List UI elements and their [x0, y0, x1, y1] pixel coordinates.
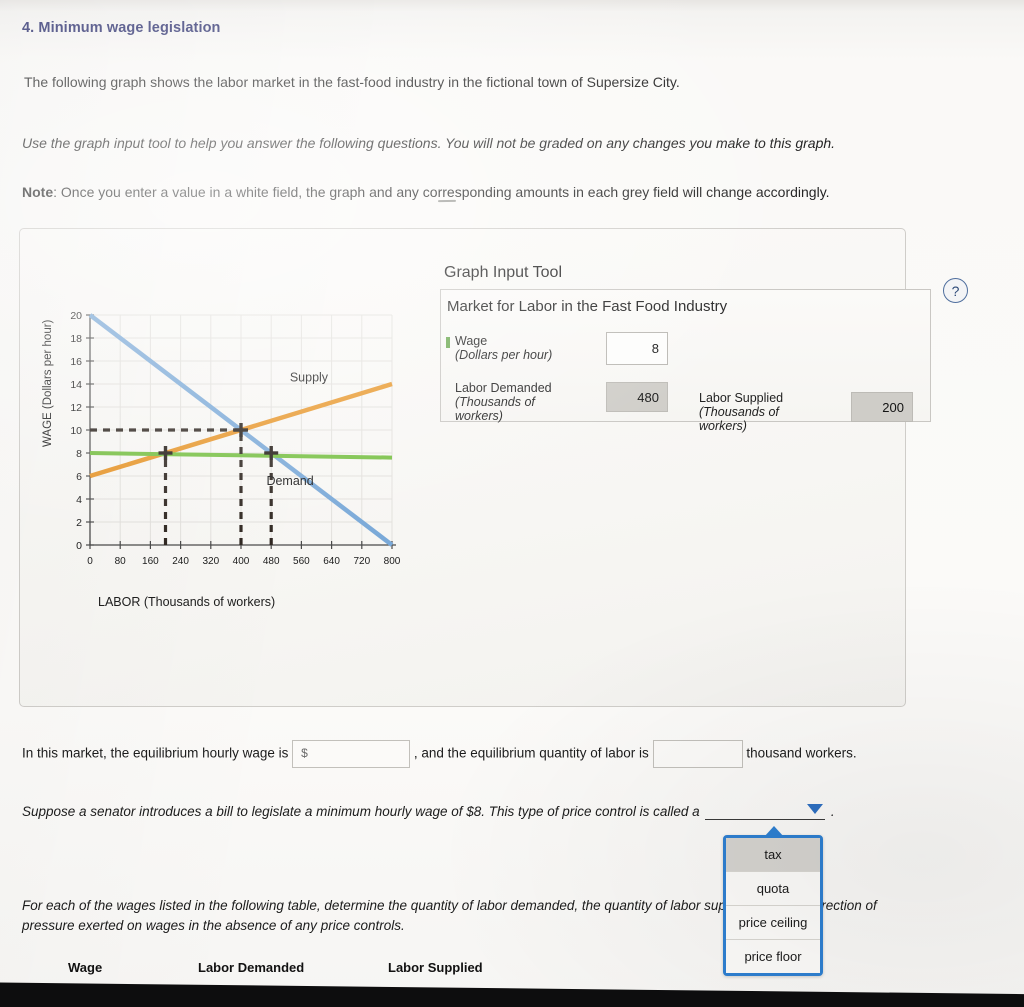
wage-bullet-icon: [446, 337, 450, 348]
stray-pencil-mark: [437, 199, 457, 203]
svg-text:12: 12: [70, 402, 82, 414]
help-icon[interactable]: ?: [943, 278, 968, 303]
svg-text:20: 20: [70, 310, 82, 322]
svg-text:2: 2: [76, 517, 82, 529]
labor-demanded-sublabel: (Thousands of: [455, 395, 535, 409]
q3-text-b: pressure exerted on wages in the absence…: [22, 918, 405, 934]
table-instruction: For each of the wages listed in the foll…: [22, 896, 1012, 937]
svg-text:320: 320: [202, 556, 219, 567]
q1-text-b: , and the equilibrium quantity of labor …: [413, 745, 649, 761]
note-paragraph: Note: Once you enter a value in a white …: [22, 182, 1002, 202]
chart-canvas: 0 2 4 6 8 10 12 14 16 18 20 0 80 160 240 320 400 480 560 64…: [70, 310, 400, 567]
svg-text:14: 14: [70, 379, 82, 391]
note-label: Note: [22, 184, 54, 200]
svg-text:16: 16: [70, 356, 82, 368]
svg-text:640: 640: [323, 556, 340, 567]
svg-text:Demand: Demand: [266, 474, 313, 488]
wage-row-label: Wage (Dollars per hour): [446, 334, 553, 362]
labor-demanded-value: 480: [606, 382, 668, 412]
svg-text:560: 560: [293, 556, 310, 567]
labor-supplied-sublabel2: workers): [699, 419, 747, 433]
chevron-down-icon[interactable]: [807, 804, 824, 815]
screen-top-edge: [0, 0, 1024, 12]
q2-period: .: [830, 804, 835, 819]
labor-supplied-sublabel: (Thousands of: [699, 405, 779, 419]
q1-text-c: thousand workers.: [746, 745, 857, 761]
graph-panel: WAGE (Dollars per hour) LABOR (Thousands…: [19, 228, 968, 707]
wage-sublabel: (Dollars per hour): [455, 348, 553, 362]
dropdown-option-price-ceiling[interactable]: price ceiling: [726, 906, 820, 940]
svg-text:480: 480: [263, 556, 280, 567]
graph-input-tool-title: Graph Input Tool: [444, 264, 563, 281]
equilibrium-question: In this market, the equilibrium hourly w…: [22, 740, 1012, 768]
labor-supplied-row-label: Labor Supplied (Thousands of workers): [699, 391, 783, 433]
svg-text:240: 240: [172, 556, 189, 567]
labor-demanded-label: Labor Demanded: [455, 381, 552, 395]
x-axis-title: LABOR (Thousands of workers): [98, 595, 276, 609]
page-title: 4. Minimum wage legislation: [22, 20, 221, 36]
table-header-labor-demanded: Labor Demanded: [198, 960, 305, 975]
q2-text: Suppose a senator introduces a bill to l…: [22, 804, 700, 819]
svg-text:6: 6: [76, 471, 82, 483]
wage-label: Wage: [455, 334, 488, 348]
svg-text:160: 160: [142, 556, 159, 567]
graph-input-tool-subtitle: Market for Labor in the Fast Food Indust…: [447, 298, 728, 315]
graph-input-tool-box: ? Market for Labor in the Fast Food Indu…: [440, 278, 968, 433]
equilibrium-wage-field-wrapper[interactable]: $: [292, 740, 411, 768]
labor-supplied-label: Labor Supplied: [699, 391, 784, 405]
svg-text:4: 4: [76, 494, 82, 506]
svg-text:800: 800: [384, 556, 400, 567]
svg-text:0: 0: [87, 556, 93, 567]
svg-text:0: 0: [76, 540, 82, 552]
svg-text:Supply: Supply: [290, 371, 329, 385]
note-text: : Once you enter a value in a white fiel…: [53, 184, 830, 200]
price-control-question: Suppose a senator introduces a bill to l…: [22, 804, 1012, 820]
dropdown-option-price-floor[interactable]: price floor: [726, 940, 820, 973]
equilibrium-quantity-field[interactable]: [652, 740, 743, 768]
price-control-dropdown[interactable]: tax quota price ceiling price floor: [723, 826, 823, 976]
svg-text:720: 720: [353, 556, 370, 567]
svg-text:8: 8: [76, 448, 82, 460]
svg-text:10: 10: [70, 425, 82, 437]
labor-supplied-value: 200: [851, 392, 913, 422]
table-header-wage: Wage: [68, 960, 103, 975]
wage-input[interactable]: [606, 332, 668, 365]
svg-text:80: 80: [115, 556, 127, 567]
labor-demanded-row-label: Labor Demanded (Thousands of workers): [455, 381, 552, 423]
dropdown-option-tax[interactable]: tax: [726, 838, 820, 872]
svg-text:400: 400: [233, 556, 250, 567]
labor-demanded-sublabel2: workers): [455, 409, 503, 423]
svg-text:18: 18: [70, 333, 82, 345]
table-header-labor-supplied: Labor Supplied: [388, 960, 483, 975]
intro-paragraph: The following graph shows the labor mark…: [24, 74, 680, 90]
labor-market-chart: WAGE (Dollars per hour) LABOR (Thousands…: [42, 297, 400, 637]
dropdown-pointer-icon: [764, 826, 784, 837]
q1-text-a: In this market, the equilibrium hourly w…: [22, 745, 289, 761]
dropdown-option-quota[interactable]: quota: [726, 872, 820, 906]
photo-bottom-edge: [0, 982, 1024, 1007]
use-graph-paragraph: Use the graph input tool to help you ans…: [22, 135, 836, 151]
dollar-sign: $: [301, 746, 308, 760]
